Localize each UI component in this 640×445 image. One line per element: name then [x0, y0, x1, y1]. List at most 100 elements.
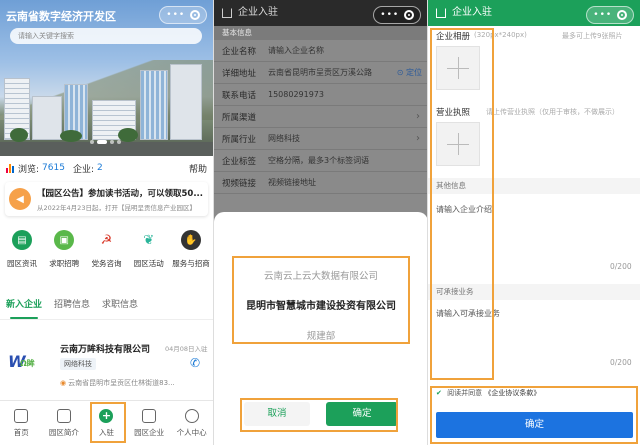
submit-button[interactable]: 确定	[436, 412, 633, 438]
miniprogram-capsule[interactable]: •••	[586, 6, 634, 24]
bottom-tabbar: 首页 园区简介 + 入驻 园区企业 个人中心	[0, 400, 213, 445]
album-max-hint: 最多可上传9张照片	[562, 32, 623, 40]
field-value: 视频链接地址	[268, 178, 316, 187]
field-industry[interactable]: 所属行业 网络科技 ›	[214, 128, 427, 150]
service-investment[interactable]: ✋ 服务与招商	[171, 230, 211, 274]
tabbar-companies[interactable]: 园区企业	[128, 401, 171, 445]
views-count: 7615	[42, 163, 65, 173]
close-miniprogram-icon[interactable]	[616, 10, 627, 20]
views-label: 浏览:	[18, 164, 40, 175]
business-char-count: 0/200	[610, 358, 632, 367]
license-upload-button[interactable]	[436, 122, 480, 166]
home-icon[interactable]	[222, 8, 232, 18]
building	[32, 96, 62, 140]
content-tabs: 新入企业 招聘信息 求职信息	[0, 294, 213, 320]
field-phone[interactable]: 联系电话 15080291973	[214, 84, 427, 106]
channel-picker-sheet: 云南云上云大数据有限公司 昆明市智慧城市建设投资有限公司 规建部 取消 确定	[214, 212, 427, 445]
notice-subtitle: 从2022年4月23日起，打开【昆明呈贡信息产业园区】	[37, 203, 196, 212]
tabbar-profile[interactable]: 个人中心	[170, 401, 213, 445]
plus-icon: +	[99, 408, 114, 423]
tabbar-home[interactable]: 首页	[0, 401, 43, 445]
close-miniprogram-icon[interactable]	[189, 10, 200, 20]
more-icon[interactable]: •••	[380, 10, 399, 20]
screenshot-root: 云南省数字经济开发区 请输入关键字搜索 ••• 浏览: 7615 企业: 2 帮…	[0, 0, 640, 445]
tabbar-intro[interactable]: 园区简介	[43, 401, 86, 445]
intro-textarea[interactable]: 请输入企业介绍	[436, 204, 492, 215]
agree-text: 阅读并同意	[447, 389, 483, 397]
home-icon[interactable]	[436, 8, 446, 18]
field-value: 云南省昆明市呈贡区万溪公路	[268, 68, 372, 77]
service-news[interactable]: ▤ 园区资讯	[2, 230, 42, 274]
business-textarea[interactable]: 请输入可承接业务	[436, 308, 500, 319]
checkmark-icon[interactable]: ✔	[436, 389, 442, 397]
picker-option[interactable]: 规建部	[214, 322, 427, 352]
field-label: 所属行业	[222, 134, 257, 145]
miniprogram-capsule[interactable]: •••	[159, 6, 207, 24]
service-jobs[interactable]: ▣ 求职招聘	[44, 230, 84, 274]
field-address[interactable]: 详细地址 云南省昆明市呈贡区万溪公路 ⊙ 定位	[214, 62, 427, 84]
license-hint: 请上传营业执照（仅用于审核，不做展示）	[486, 108, 619, 116]
company-address: ◉ 云南省昆明市呈贡区仕林街道83...	[60, 378, 175, 388]
field-label: 视频链接	[222, 178, 257, 189]
news-icon: ▤	[12, 230, 32, 250]
carousel-indicator	[90, 140, 121, 144]
form-body: 企业相册 (320px*240px) 最多可上传9张照片 营业执照 请上传营业执…	[428, 26, 640, 445]
picker-option-selected[interactable]: 昆明市智慧城市建设投资有限公司	[214, 292, 427, 322]
field-video-link[interactable]: 视频链接 视频链接地址	[214, 172, 427, 194]
company-card[interactable]: W Ω眸 云南万眸科技有限公司 04月08日入驻 网络科技 ✆ ◉ 云南省昆明市呈贡…	[0, 332, 213, 396]
cancel-button[interactable]: 取消	[244, 402, 310, 426]
tree	[118, 128, 138, 142]
form-title: 企业入驻	[238, 7, 278, 18]
tabbar-label: 个人中心	[176, 427, 207, 437]
help-link[interactable]: 帮助	[189, 162, 207, 175]
notice-card[interactable]: ◀ 【园区公告】参加读书活动，可以领取50... 从2022年4月23日起，打开…	[5, 182, 208, 216]
album-size-hint: (320px*240px)	[474, 31, 527, 39]
field-label: 详细地址	[222, 68, 257, 79]
tabbar-label: 入驻	[98, 427, 114, 437]
service-grid: ▤ 园区资讯 ▣ 求职招聘 ☭ 党务咨询 ❦ 园区活动 ✋ 服务与招商	[0, 230, 213, 274]
handshake-icon: ✋	[181, 230, 201, 250]
briefcase-icon: ▣	[54, 230, 75, 250]
tabbar-join[interactable]: + 入驻	[85, 401, 128, 445]
tree	[60, 130, 82, 142]
building	[140, 70, 168, 140]
field-label: 企业名称	[222, 46, 257, 57]
section-business: 可承接业务	[428, 284, 640, 300]
form-title: 企业入驻	[452, 7, 492, 18]
activity-icon: ❦	[138, 230, 159, 250]
picker-options[interactable]: 云南云上云大数据有限公司 昆明市智慧城市建设投资有限公司 规建部	[214, 262, 427, 352]
join-form-screen: 企业入驻 ••• 基本信息 企业名称 请输入企业名称 详细地址 云南省昆明市呈贡区万…	[213, 0, 427, 445]
service-party[interactable]: ☭ 党务咨询	[87, 230, 127, 274]
building-icon	[142, 408, 157, 423]
field-channel[interactable]: 所属渠道 ›	[214, 106, 427, 128]
tabbar-label: 园区企业	[134, 427, 165, 437]
picker-option[interactable]: 云南云上云大数据有限公司	[214, 262, 427, 292]
confirm-button[interactable]: 确定	[326, 402, 398, 426]
more-icon[interactable]: •••	[593, 10, 612, 20]
search-input[interactable]: 请输入关键字搜索	[10, 28, 202, 44]
service-label: 园区活动	[133, 259, 164, 268]
tab-new-companies[interactable]: 新入企业	[6, 294, 42, 319]
field-tags[interactable]: 企业标签 空格分隔，最多3个标签词语	[214, 150, 427, 172]
companies-label: 企业:	[72, 164, 94, 175]
locate-button[interactable]: ⊙ 定位	[397, 67, 422, 78]
field-company-name[interactable]: 企业名称 请输入企业名称	[214, 40, 427, 62]
tab-job-seeking[interactable]: 求职信息	[102, 294, 138, 319]
company-join-date: 04月08日入驻	[165, 345, 208, 353]
miniprogram-capsule[interactable]: •••	[373, 6, 421, 24]
more-icon[interactable]: •••	[166, 10, 185, 20]
tab-recruitment[interactable]: 招聘信息	[54, 294, 90, 319]
agreement-row[interactable]: ✔ 阅读并同意 《企业协议条款》	[436, 388, 540, 398]
close-miniprogram-icon[interactable]	[403, 10, 414, 20]
agreement-link[interactable]: 《企业协议条款》	[484, 389, 540, 397]
license-label: 营业执照	[436, 108, 471, 118]
album-upload-button[interactable]	[436, 46, 480, 90]
home-icon	[14, 408, 29, 423]
phone-icon[interactable]: ✆	[190, 356, 200, 370]
service-activity[interactable]: ❦ 园区活动	[129, 230, 169, 274]
building	[170, 64, 202, 140]
field-value: 网络科技	[268, 134, 300, 143]
locate-label: 定位	[406, 68, 422, 77]
chevron-right-icon: ›	[416, 111, 420, 122]
field-value: 请输入企业名称	[268, 46, 324, 55]
